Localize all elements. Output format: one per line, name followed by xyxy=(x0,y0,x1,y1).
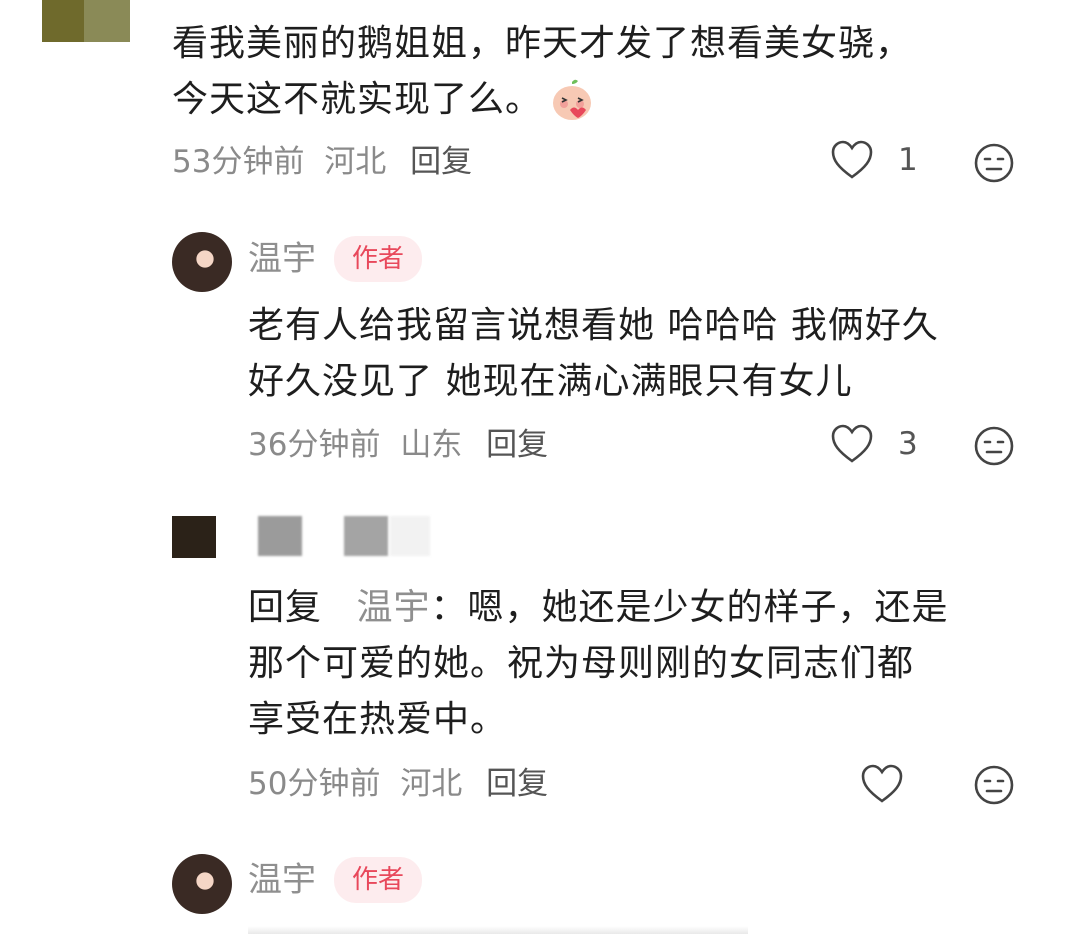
comment-3-meta: 50分钟前 河北 回复 xyxy=(248,764,558,804)
comment-text-fragment: 嗯，她还是少女的样子，还是 xyxy=(467,587,949,628)
avatar[interactable] xyxy=(172,232,232,292)
heart-icon xyxy=(831,424,873,463)
comment-time: 50分钟前 xyxy=(248,766,381,802)
comment-2-meta: 36分钟前 山东 回复 xyxy=(248,425,558,465)
comment-text-fragment: 今天这不就实现了么。 xyxy=(172,79,543,120)
comment-2-text: 老有人给我留言说想看她 哈哈哈 我俩好久 好久没见了 她现在满心满眼只有女儿 xyxy=(248,298,939,410)
comment-1-text: 看我美丽的鹅姐姐，昨天才发了想看美女骁， 今天这不就实现了么。 xyxy=(172,16,912,128)
comment-text-line: 看我美丽的鹅姐姐，昨天才发了想看美女骁， xyxy=(172,23,913,64)
avatar-blurred[interactable] xyxy=(172,516,216,558)
comment-time: 36分钟前 xyxy=(248,427,381,463)
comment-text-line: 回复 温宇：嗯，她还是少女的样子，还是 xyxy=(248,580,949,636)
comment-location: 河北 xyxy=(324,144,387,180)
dislike-face-icon[interactable] xyxy=(973,425,1015,467)
author-badge: 作者 xyxy=(334,236,423,282)
comment-text-line: 那个可爱的她。祝为母则刚的女同志们都 xyxy=(248,643,915,684)
comment-location: 山东 xyxy=(400,427,463,463)
author-badge: 作者 xyxy=(334,857,423,903)
comment-2-header: 温宇 作者 xyxy=(248,236,423,282)
comment-3-text: 回复 温宇：嗯，她还是少女的样子，还是 那个可爱的她。祝为母则刚的女同志们都 享… xyxy=(248,580,949,748)
comment-text-line: 今天这不就实现了么。 xyxy=(172,72,912,128)
comment-time: 53分钟前 xyxy=(172,144,305,180)
like-count: 3 xyxy=(898,426,918,462)
like-button[interactable]: 1 xyxy=(830,140,918,180)
reply-prefix: 回复 xyxy=(248,587,323,628)
reply-colon: ： xyxy=(430,587,468,628)
like-count: 1 xyxy=(898,142,918,178)
comment-location: 河北 xyxy=(400,766,463,802)
reply-to-name[interactable]: 温宇 xyxy=(356,587,430,628)
avatar-blurred[interactable] xyxy=(42,0,130,42)
dislike-face-icon[interactable] xyxy=(973,764,1015,806)
comment-text-line: 享受在热爱中。 xyxy=(248,699,508,740)
username-blurred xyxy=(390,516,430,556)
comment-text-line: 好久没见了 她现在满心满眼只有女儿 xyxy=(248,361,853,402)
heart-icon xyxy=(831,140,873,179)
reply-button[interactable]: 回复 xyxy=(486,766,548,802)
like-button[interactable]: 3 xyxy=(830,424,918,464)
comment-4-header: 温宇 作者 xyxy=(248,857,423,903)
dislike-face-icon[interactable] xyxy=(973,142,1015,184)
reply-button[interactable]: 回复 xyxy=(486,427,548,463)
heart-icon xyxy=(861,764,903,803)
like-button[interactable] xyxy=(860,764,904,804)
reply-button[interactable]: 回复 xyxy=(410,144,472,180)
avatar[interactable] xyxy=(172,854,232,914)
peach-blush-emoji-icon xyxy=(553,79,592,120)
comment-text-line: 老有人给我留言说想看她 哈哈哈 我俩好久 xyxy=(248,305,939,346)
username-blurred xyxy=(344,516,388,556)
author-name[interactable]: 温宇 xyxy=(248,858,316,902)
cut-off-text-hint xyxy=(248,926,748,934)
username-blurred[interactable] xyxy=(258,516,302,556)
author-name[interactable]: 温宇 xyxy=(248,237,316,281)
comment-1-meta: 53分钟前 河北 回复 xyxy=(172,142,482,182)
